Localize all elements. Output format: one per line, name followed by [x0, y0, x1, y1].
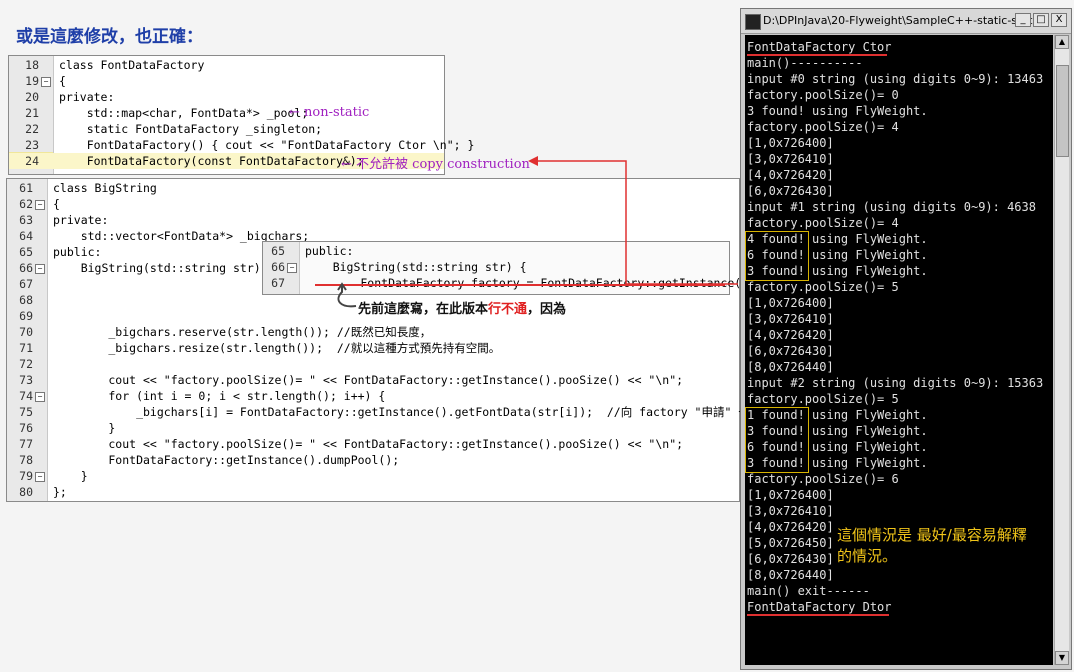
console-line: [8,0x726440] — [747, 568, 834, 582]
console-underline — [747, 54, 887, 56]
found-group-box — [745, 231, 809, 281]
console-line: input #2 string (using digits 0~9): 1536… — [747, 376, 1044, 390]
console-line: input #1 string (using digits 0~9): 4638 — [747, 200, 1036, 214]
console-line: main() exit------ — [747, 584, 870, 598]
console-line: input #0 string (using digits 0~9): 1346… — [747, 72, 1044, 86]
console-line: factory.poolSize()= 5 — [747, 280, 899, 294]
console-line: [4,0x726420] — [747, 328, 834, 342]
close-button[interactable]: X — [1051, 13, 1067, 27]
console-underline — [747, 614, 889, 616]
console-line: [3,0x726410] — [747, 312, 834, 326]
console-line: [1,0x726400] — [747, 136, 834, 150]
console-annotation: 這個情況是 最好/最容易解釋 的情況。 — [837, 526, 1027, 565]
console-line: [4,0x726420] — [747, 520, 834, 534]
console-scrollbar[interactable]: ▲ ▼ — [1054, 35, 1069, 665]
console-line: [4,0x726420] — [747, 168, 834, 182]
console-line: 3 found! using FlyWeight. — [747, 104, 928, 118]
console-line: [1,0x726400] — [747, 488, 834, 502]
console-line: [1,0x726400] — [747, 296, 834, 310]
minimize-button[interactable]: _ — [1015, 13, 1031, 27]
console-line: main()---------- — [747, 56, 863, 70]
console-line: factory.poolSize()= 5 — [747, 392, 899, 406]
console-line: [3,0x726410] — [747, 504, 834, 518]
console-line: [6,0x726430] — [747, 552, 834, 566]
found-group-box — [745, 407, 809, 473]
console-line: factory.poolSize()= 4 — [747, 120, 899, 134]
console-output: FontDataFactory Ctor main()---------- inpu… — [745, 35, 1053, 665]
console-window[interactable]: D:\DPInJava\20-Flyweight\SampleC++-stati… — [740, 8, 1072, 670]
console-line: [6,0x726430] — [747, 344, 834, 358]
console-line: [6,0x726430] — [747, 184, 834, 198]
console-app-icon — [745, 14, 761, 30]
console-line: FontDataFactory Dtor — [747, 600, 892, 614]
scroll-down-icon[interactable]: ▼ — [1055, 651, 1069, 665]
console-line: factory.poolSize()= 0 — [747, 88, 899, 102]
console-line: [5,0x726450] — [747, 536, 834, 550]
maximize-button[interactable]: □ — [1033, 13, 1049, 27]
scroll-thumb[interactable] — [1056, 65, 1069, 157]
console-line: FontDataFactory Ctor — [747, 40, 892, 54]
scroll-up-icon[interactable]: ▲ — [1055, 35, 1069, 49]
console-line: [3,0x726410] — [747, 152, 834, 166]
console-line: factory.poolSize()= 6 — [747, 472, 899, 486]
console-line: [8,0x726440] — [747, 360, 834, 374]
console-line: factory.poolSize()= 4 — [747, 216, 899, 230]
